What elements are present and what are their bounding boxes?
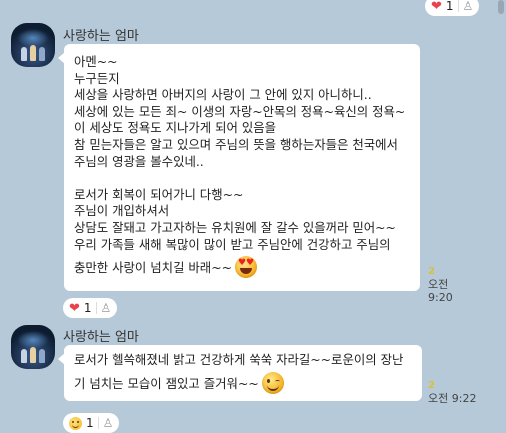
reaction-count: 1 bbox=[445, 0, 454, 13]
divider bbox=[457, 0, 459, 12]
timestamp: 오전 9:22 bbox=[428, 392, 477, 405]
reaction-bar[interactable]: ❤ 1 ♙ bbox=[63, 298, 118, 318]
message-line: 이 세상도 정욕도 지나가게 되어 있음을 bbox=[74, 120, 277, 136]
message-line-last: 기 넘치는 모습이 잼있고 즐거워~~ bbox=[74, 371, 414, 394]
avatar-figure bbox=[39, 47, 45, 61]
message-line: 로서가 헬쓱해졌네 밝고 건강하게 쑥쑥 자라길~~로운이의 장난 bbox=[74, 352, 404, 367]
message-meta: 2 오전 9:20 bbox=[420, 266, 476, 304]
message-line: 세상을 사랑하면 아버지의 사랑이 그 안에 있지 아니하니.. bbox=[74, 87, 372, 103]
unread-count: 2 bbox=[428, 380, 435, 391]
message-line: 기 넘치는 모습이 잼있고 즐거워~~ bbox=[74, 375, 259, 391]
message-line: 주님이 개입하셔서 bbox=[74, 203, 170, 219]
avatar-figure bbox=[39, 349, 45, 363]
divider bbox=[95, 302, 97, 314]
wink-emoji-icon bbox=[261, 371, 284, 394]
heart-icon: ❤ bbox=[69, 300, 80, 316]
message-line-last: 충만한 사랑이 넘치길 바래~~ bbox=[74, 256, 412, 279]
person-icon: ♙ bbox=[462, 0, 474, 13]
message-line: 상담도 잘돼고 가고자하는 유치원에 잘 갈수 있을꺼라 믿어~~ bbox=[74, 219, 396, 235]
message-line: 참 믿는자들은 알고 있으며 주님의 뜻을 행하는자들은 천국에서 bbox=[74, 136, 398, 152]
avatar-figure bbox=[21, 349, 27, 363]
message-line: 충만한 사랑이 넘치길 바래~~ bbox=[74, 260, 232, 276]
sender-name: 사랑하는 엄마 bbox=[63, 330, 139, 345]
heart-eyes-emoji-icon bbox=[234, 256, 257, 279]
reaction-bar[interactable]: 1 ♙ bbox=[63, 413, 120, 433]
message-line: 세상에 있는 모든 죄~ 이생의 자랑~안목의 정욕~육신의 정욕~ bbox=[74, 103, 406, 119]
reaction-count: 1 bbox=[86, 416, 94, 430]
heart-icon: ❤ bbox=[431, 0, 442, 14]
timestamp: 오전 9:20 bbox=[428, 278, 453, 304]
person-icon: ♙ bbox=[102, 416, 114, 430]
reaction-count: 1 bbox=[83, 301, 92, 315]
reaction-bar-previous[interactable]: ❤ 1 ♙ bbox=[425, 0, 480, 16]
avatar[interactable] bbox=[11, 23, 55, 67]
avatar-figure bbox=[30, 45, 36, 61]
message-line-blank bbox=[74, 170, 412, 187]
unread-count: 2 bbox=[428, 266, 435, 277]
message-meta: 2 오전 9:22 bbox=[422, 380, 478, 405]
message-bubble[interactable]: 아멘~~ 누구든지 세상을 사랑하면 아버지의 사랑이 그 안에 있지 아니하니… bbox=[58, 44, 420, 291]
message-line: 우리 가족들 새해 복많이 많이 받고 주님안에 건강하고 주님의 bbox=[74, 236, 391, 252]
scrollbar-thumb[interactable] bbox=[498, 0, 504, 14]
message-line: 주님의 영광을 볼수있네.. bbox=[74, 153, 204, 169]
person-icon: ♙ bbox=[100, 301, 112, 315]
avatar-figure bbox=[21, 47, 27, 61]
message-line: 로서가 회복이 되어가니 다행~~ bbox=[74, 186, 244, 202]
message-bubble[interactable]: 로서가 헬쓱해졌네 밝고 건강하게 쑥쑥 자라길~~로운이의 장난 기 넘치는 … bbox=[58, 345, 422, 401]
message-line: 누구든지 bbox=[74, 70, 120, 86]
smile-emoji-icon bbox=[69, 416, 82, 430]
avatar[interactable] bbox=[11, 325, 55, 369]
message-line: 아멘~~ bbox=[74, 54, 118, 69]
avatar-figure bbox=[30, 347, 36, 363]
sender-name: 사랑하는 엄마 bbox=[63, 29, 139, 44]
divider bbox=[97, 417, 99, 429]
